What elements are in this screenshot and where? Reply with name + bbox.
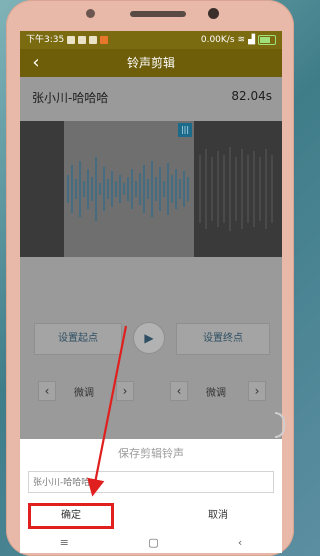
chevron-right-icon: ›: [254, 384, 260, 398]
right-fine-tune-label: 微调: [206, 388, 226, 399]
page-title: 铃声剪辑: [126, 56, 175, 70]
set-end-button[interactable]: 设置终点: [176, 323, 270, 355]
message-icon: [78, 36, 87, 44]
status-bar: 下午3:35 0.00K/s ≋ ▟: [20, 31, 282, 49]
back-icon[interactable]: ‹: [238, 536, 242, 549]
left-tune-decrease-button[interactable]: ‹: [38, 381, 56, 401]
waveform-svg: [67, 157, 189, 221]
waveform-right-svg: [199, 147, 273, 231]
song-info-row: 张小川-哈哈哈 82.04s: [20, 77, 282, 117]
waveform-area[interactable]: |||: [20, 121, 282, 257]
song-duration: 82.04s: [231, 89, 272, 103]
front-camera-left: [86, 9, 95, 18]
earpiece-speaker: [130, 11, 186, 17]
front-camera-right: [208, 8, 219, 19]
chevron-left-icon: ‹: [44, 384, 50, 398]
save-ringtone-dialog: 保存剪辑铃声 张小川-哈哈哈 确定 取消: [20, 439, 282, 531]
app-icon: [100, 36, 109, 44]
confirm-button[interactable]: 确定: [28, 503, 114, 529]
home-icon[interactable]: ▢: [148, 536, 158, 549]
fine-tune-row: ‹ 微调 › ‹ 微调 ›: [20, 381, 282, 403]
right-tune-decrease-button[interactable]: ‹: [170, 381, 188, 401]
chevron-left-icon: ‹: [176, 384, 182, 398]
navigation-bar: ≡ ▢ ‹: [20, 531, 282, 553]
dialog-title: 保存剪辑铃声: [118, 447, 184, 460]
cancel-button[interactable]: 取消: [170, 503, 266, 529]
battery-icon: [258, 35, 276, 45]
network-speed: 0.00K/s: [200, 35, 235, 45]
control-row: 设置起点 ▶ 设置终点: [20, 322, 282, 355]
menu-icon[interactable]: ≡: [60, 536, 69, 549]
signal-icon: ▟: [248, 35, 255, 45]
set-end-label: 设置终点: [203, 333, 243, 344]
play-icon: ▶: [144, 331, 154, 345]
status-time: 下午3:35: [26, 35, 65, 45]
left-tune-increase-button[interactable]: ›: [116, 381, 134, 401]
set-start-label: 设置起点: [58, 333, 98, 344]
wifi-icon: ≋: [237, 35, 246, 45]
right-tune-increase-button[interactable]: ›: [248, 381, 266, 401]
title-bar: ‹ 铃声剪辑: [20, 49, 282, 77]
chevron-right-icon: ›: [122, 384, 128, 398]
notification-icon: [67, 36, 76, 44]
play-button[interactable]: ▶: [133, 322, 165, 354]
set-start-button[interactable]: 设置起点: [34, 323, 122, 355]
selection-handle[interactable]: |||: [178, 123, 192, 137]
ringtone-name-input[interactable]: 张小川-哈哈哈: [28, 471, 274, 493]
song-name: 张小川-哈哈哈: [32, 91, 109, 105]
waveform-right: [194, 121, 282, 257]
left-fine-tune-label: 微调: [74, 388, 94, 399]
image-icon: [89, 36, 98, 44]
screen: 下午3:35 0.00K/s ≋ ▟ ‹ 铃声剪辑 张小川-哈哈哈 82.04s: [20, 31, 282, 531]
waveform-selection: [64, 121, 194, 257]
